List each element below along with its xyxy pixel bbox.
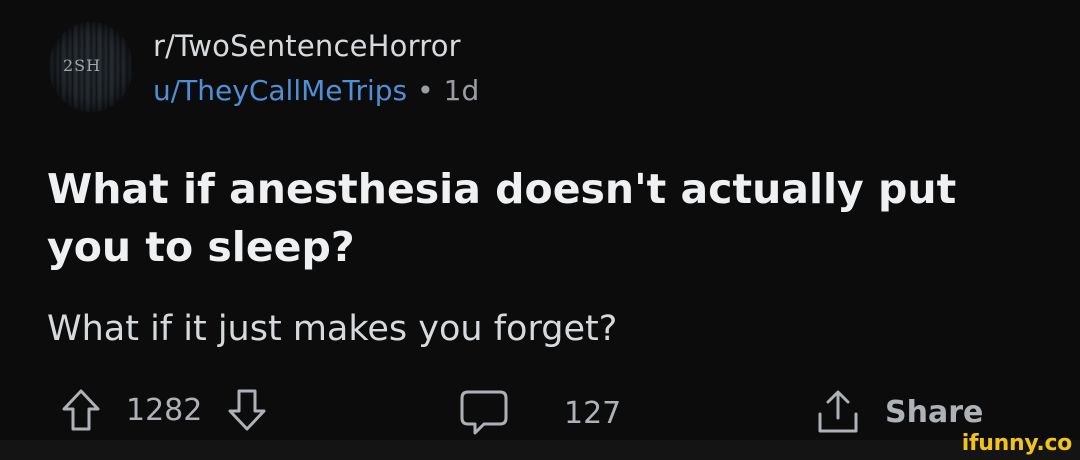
post-title[interactable]: What if anesthesia doesn't actually put …	[47, 160, 1037, 276]
vote-controls: 1282	[60, 388, 268, 432]
post-age: 1d	[443, 74, 480, 107]
subreddit-avatar[interactable]: 2SH	[49, 22, 133, 112]
downvote-arrow-icon[interactable]	[226, 388, 268, 432]
comments-button[interactable]: 127	[458, 388, 621, 438]
post-meta: u/TheyCallMeTrips • 1d	[153, 74, 479, 107]
share-button[interactable]: Share	[815, 388, 983, 436]
share-label: Share	[885, 394, 984, 430]
post-card: 2SH r/TwoSentenceHorror u/TheyCallMeTrip…	[0, 0, 1080, 440]
share-icon	[815, 388, 861, 436]
comment-bubble-icon	[458, 388, 510, 438]
ifunny-watermark: ifunny.co	[961, 431, 1073, 456]
post-body: What if it just makes you forget?	[47, 309, 618, 349]
author-username[interactable]: u/TheyCallMeTrips	[153, 74, 407, 107]
avatar-label: 2SH	[63, 56, 102, 75]
vote-score: 1282	[126, 392, 203, 428]
upvote-arrow-icon[interactable]	[60, 388, 102, 432]
comment-count: 127	[564, 395, 622, 431]
meta-separator: •	[417, 74, 434, 107]
subreddit-name[interactable]: r/TwoSentenceHorror	[153, 29, 461, 63]
bottom-strip	[0, 440, 1080, 460]
